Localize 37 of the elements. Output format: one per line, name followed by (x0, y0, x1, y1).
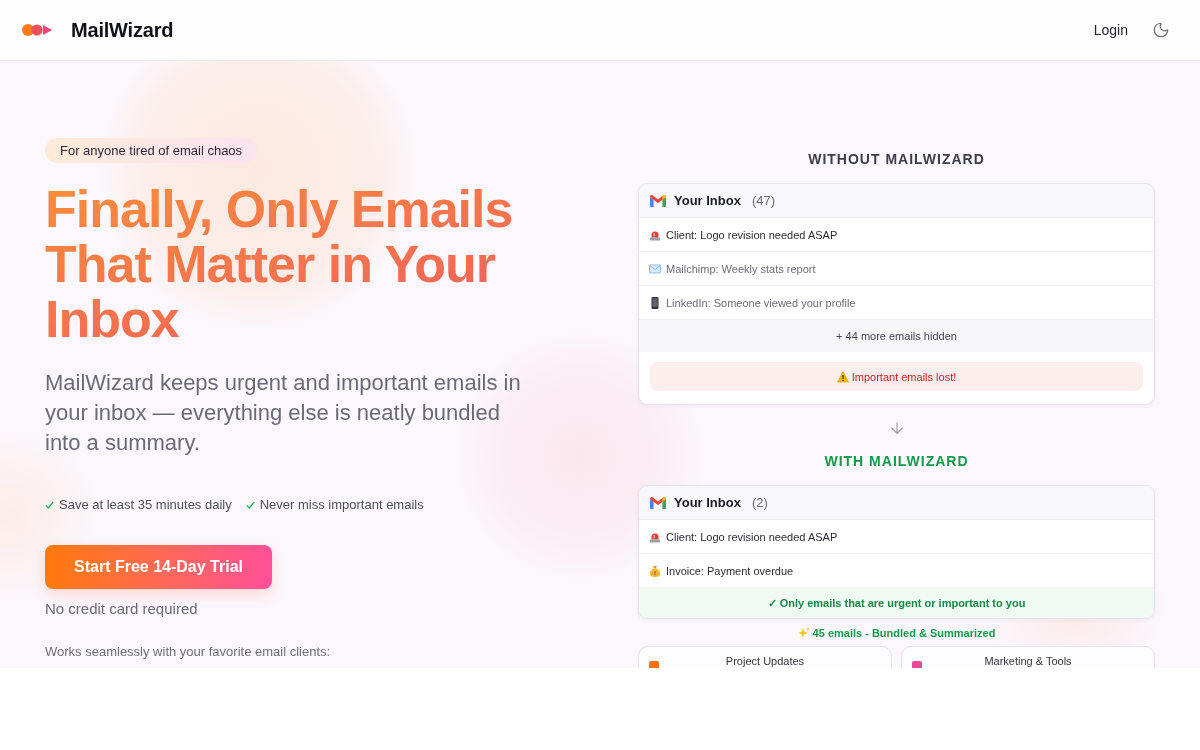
check-icon (245, 501, 255, 509)
check-icon (45, 501, 54, 509)
email-subject: Mailchimp: Weekly stats report (666, 262, 816, 275)
brand-name: MailWizard (71, 18, 174, 42)
inbox-title: Your Inbox (674, 193, 741, 208)
bundle-title: Marketing & Tools (983, 655, 1073, 668)
phone-icon (649, 296, 661, 309)
mail-logo-icon (650, 496, 666, 509)
inbox-title: Your Inbox (674, 495, 741, 510)
email-subject: Invoice: Payment overdue (666, 564, 794, 577)
inbox-count: (2) (751, 495, 768, 510)
email-subject: LinkedIn: Someone viewed your profile (666, 296, 856, 309)
bundle-title: Project Updates (724, 655, 806, 668)
theme-toggle-button[interactable] (1152, 21, 1170, 39)
envelope-icon (649, 262, 661, 275)
filter-note: ✓ Only emails that are urgent or important to you (639, 588, 1154, 618)
mail-logo-icon (650, 194, 666, 207)
moon-icon (1152, 21, 1170, 39)
logo-icon (22, 24, 52, 36)
tagline-badge: For anyone tired of email chaos (45, 138, 258, 163)
feature-text: Save at least 35 minutes daily (59, 496, 232, 514)
clients-note: Works seamlessly with your favorite email clients: (45, 644, 331, 660)
login-link[interactable]: Login (1093, 22, 1128, 38)
sparkle-icon (797, 627, 810, 639)
subtitle: MailWizard keeps urgent and important emails in your inbox — everything else is neatly bundled into a summary. (45, 369, 522, 457)
inbox-count: (47) (751, 193, 776, 208)
cta-note: No credit card required (45, 600, 198, 618)
email-subject: Client: Logo revision needed ASAP (666, 530, 838, 543)
section-heading: WITH MAILWIZARD (823, 452, 970, 470)
email-subject: Client: Logo revision needed ASAP (666, 228, 838, 241)
alert-text: Important emails lost! (851, 370, 957, 383)
money-bag-icon (649, 564, 661, 577)
summary-text: 45 emails - Bundled & Summarized (812, 626, 996, 640)
section-heading: WITHOUT MAILWIZARD (807, 150, 986, 168)
feature-text: Never miss important emails (259, 496, 424, 514)
warning-icon (836, 370, 849, 383)
hidden-emails-row: + 44 more emails hidden (639, 320, 1154, 352)
